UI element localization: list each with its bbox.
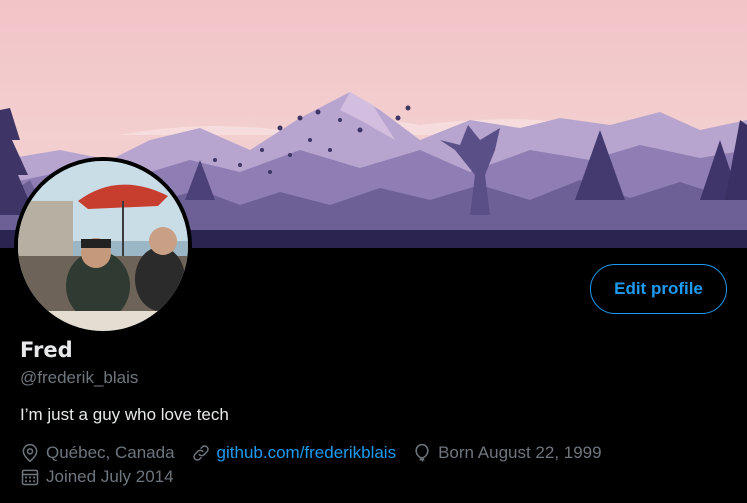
website-link[interactable]: github.com/frederikblais: [217, 443, 397, 463]
profile-name: Fred: [20, 338, 73, 362]
balloon-icon: [415, 443, 429, 462]
location-text: Québec, Canada: [46, 443, 175, 462]
link-icon: [192, 445, 209, 461]
profile-meta-row-2: Joined July 2014: [20, 467, 190, 487]
location-pin-icon: [22, 443, 38, 463]
avatar-photo-image: [18, 161, 188, 331]
location-item: Québec, Canada: [20, 443, 175, 463]
profile-handle: @frederik_blais: [20, 368, 139, 387]
calendar-icon: [21, 469, 39, 486]
profile-bio: I’m just a guy who love tech: [20, 405, 229, 424]
edit-profile-button[interactable]: Edit profile: [590, 264, 727, 314]
profile-meta-row: Québec, Canada github.com/frederikblais …: [20, 443, 618, 463]
birthday-item: Born August 22, 1999: [412, 443, 602, 463]
website-item[interactable]: github.com/frederikblais: [191, 443, 397, 463]
joined-item: Joined July 2014: [20, 467, 174, 487]
birthday-text: Born August 22, 1999: [438, 443, 602, 462]
profile-avatar[interactable]: [14, 157, 192, 335]
joined-text: Joined July 2014: [46, 467, 174, 486]
